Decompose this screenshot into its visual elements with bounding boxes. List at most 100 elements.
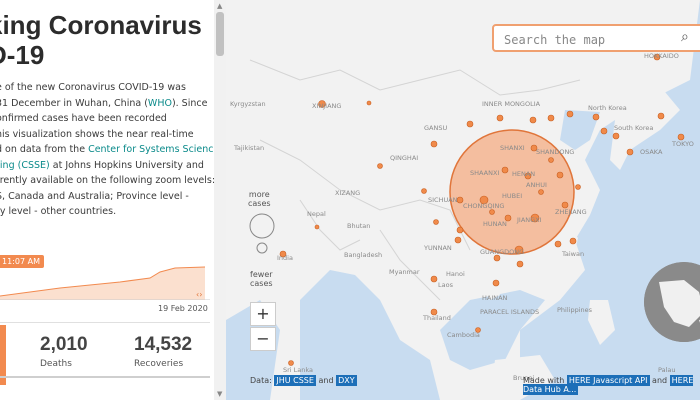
recoveries-label: Recoveries (134, 359, 184, 369)
csse-link-cont[interactable]: ring (CSSE) (0, 160, 50, 171)
para-line: e of the new Coronavirus COVID-19 was (0, 82, 186, 93)
case-marker-hainan[interactable] (492, 279, 500, 287)
deaths-label: Deaths (40, 359, 72, 369)
para-line: ring (CSSE) at Johns Hopkins University … (0, 158, 206, 174)
para-line: rrently available on the following zoom … (0, 175, 215, 186)
here-js-link[interactable]: HERE Javascript API (566, 375, 650, 386)
case-marker[interactable] (433, 219, 439, 225)
label-qinghai: QINGHAI (390, 154, 418, 162)
para-line: ry level - other countries. (0, 206, 117, 217)
case-marker-sri-lanka[interactable] (288, 360, 294, 366)
who-link[interactable]: WHO (148, 98, 172, 109)
label-tajikistan: Tajikistan (233, 144, 264, 152)
panel-scrollbar[interactable]: ▲ ▼ (214, 0, 226, 400)
case-marker-nepal[interactable] (314, 224, 320, 230)
case-marker[interactable] (366, 100, 372, 106)
made-with-credits: Made with HERE Javascript API and HERE D… (523, 375, 694, 395)
title-line-2: D-19 (0, 40, 45, 70)
case-marker[interactable] (430, 140, 438, 148)
legend-more-cases: more cases (248, 190, 271, 208)
page-title: king Coronavirus D-19 (0, 10, 202, 70)
para-line: d on data from the Center for Systems Sc… (0, 142, 214, 158)
case-marker[interactable] (575, 184, 581, 190)
map-search-box[interactable]: ⌕ (492, 24, 700, 52)
case-marker[interactable] (421, 188, 427, 194)
label-hokkaido: HOKKAIDO (644, 52, 679, 60)
label-osaka: OSAKA (640, 148, 663, 156)
credits-data-label: Data: (250, 376, 272, 385)
csse-link[interactable]: Center for Systems Science (88, 144, 214, 155)
case-marker[interactable] (612, 132, 620, 140)
map-canvas[interactable]: Kyrgyzstan XINJIANG Tajikistan Nepal XIZ… (226, 0, 700, 400)
case-marker[interactable] (496, 114, 504, 122)
timeline-handle-icon[interactable]: ‹› (196, 290, 202, 299)
label-sri-lanka: Sri Lanka (283, 366, 313, 374)
label-bangladesh: Bangladesh (344, 251, 382, 259)
label-hunan: HUNAN (483, 220, 507, 228)
scroll-thumb[interactable] (216, 12, 224, 56)
jhu-csse-link[interactable]: JHU CSSE (274, 375, 316, 386)
case-marker[interactable] (501, 166, 509, 174)
case-marker-taiwan[interactable] (569, 237, 577, 245)
case-marker[interactable] (529, 116, 537, 124)
case-marker[interactable] (626, 148, 634, 156)
case-marker[interactable] (657, 112, 665, 120)
para-line: onfirmed cases have been recorded (0, 113, 167, 124)
info-panel: king Coronavirus D-19 e of the new Coron… (0, 0, 215, 400)
label-palau: Palau (658, 366, 676, 374)
label-myanmar: Myanmar (389, 268, 420, 276)
label-taiwan: Taiwan (561, 250, 584, 258)
search-input[interactable] (502, 30, 666, 50)
case-marker[interactable] (377, 163, 383, 169)
time-badge: 11:07 AM (0, 255, 44, 268)
data-credits: Data: JHU CSSE and DXY (250, 375, 357, 386)
label-inner-mongolia: INNER MONGOLIA (482, 100, 541, 108)
label-zhejiang: ZHEJIANG (555, 208, 587, 216)
case-marker[interactable] (538, 189, 544, 195)
label-bhutan: Bhutan (347, 222, 370, 230)
label-paracel: PARACEL ISLANDS (480, 308, 539, 316)
case-marker[interactable] (556, 171, 564, 179)
case-marker[interactable] (554, 240, 562, 248)
title-line-1: king Coronavirus (0, 10, 202, 40)
case-marker[interactable] (456, 226, 464, 234)
label-gansu: GANSU (424, 124, 447, 132)
zoom-out-button[interactable]: − (250, 327, 276, 351)
zoom-in-button[interactable]: + (250, 302, 276, 326)
label-henan: HENAN (512, 170, 535, 178)
label-nepal: Nepal (307, 210, 326, 218)
case-marker[interactable] (489, 209, 495, 215)
label-hanoi: Hanoi (446, 270, 465, 278)
label-shaanxi: SHAANXI (470, 169, 499, 177)
search-icon[interactable]: ⌕ (681, 29, 689, 45)
dxy-link[interactable]: DXY (336, 375, 357, 386)
label-xinjiang: XINJIANG (312, 102, 341, 110)
legend-fewer-cases: fewer cases (250, 270, 273, 288)
case-marker[interactable] (454, 236, 462, 244)
label-north-korea: North Korea (588, 104, 627, 112)
label-shanxi: SHANXI (500, 144, 525, 152)
label-shandong: SHANDONG (536, 148, 574, 156)
case-marker[interactable] (592, 113, 600, 121)
scroll-down-icon[interactable]: ▼ (217, 390, 222, 398)
label-chongqing: CHONGQING (463, 202, 504, 210)
case-marker[interactable] (548, 157, 554, 163)
chart-date-label: 19 Feb 2020 (158, 304, 208, 313)
case-marker[interactable] (547, 114, 555, 122)
intro-paragraph: e of the new Coronavirus COVID-19 was 31… (0, 80, 215, 220)
case-marker[interactable] (516, 260, 524, 268)
case-marker[interactable] (430, 275, 438, 283)
label-south-korea: South Korea (614, 124, 653, 132)
case-marker[interactable] (566, 110, 574, 118)
label-anhui: ANHUI (526, 181, 547, 189)
label-sichuan: SICHUAN (428, 196, 458, 204)
case-marker[interactable] (600, 127, 608, 135)
label-guangdong: GUANGDONG (480, 248, 524, 256)
label-hainan: HAINAN (482, 294, 508, 302)
case-marker[interactable] (466, 120, 474, 128)
para-line: S, Canada and Australia; Province level … (0, 190, 189, 202)
scroll-up-icon[interactable]: ▲ (217, 2, 222, 10)
label-thailand: Thailand (422, 314, 451, 322)
divider (0, 322, 210, 323)
para-line: 31 December in Wuhan, China (WHO). Since (0, 97, 208, 109)
